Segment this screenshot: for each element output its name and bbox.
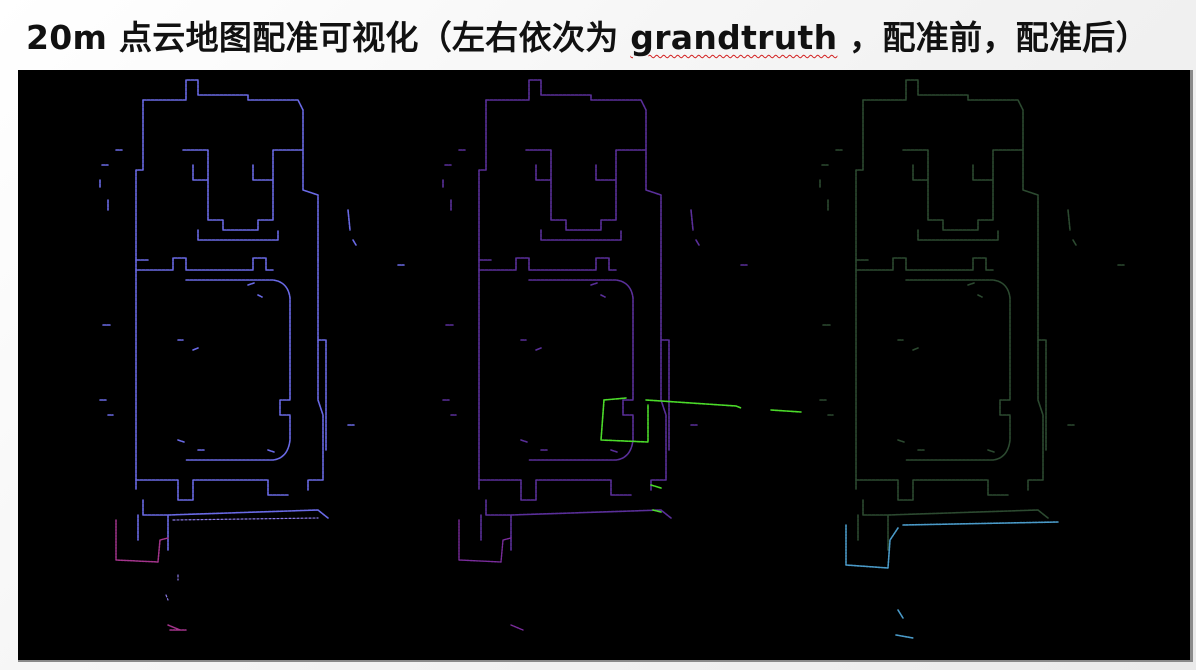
title-bar: 20m 点云地图配准可视化（左右依次为 grandtruth ，配准前，配准后） — [0, 0, 1196, 70]
slide-title: 20m 点云地图配准可视化（左右依次为 grandtruth ，配准前，配准后） — [26, 11, 1149, 59]
title-prefix: 20m 点云地图配准可视化（左右依次为 — [26, 18, 631, 57]
point-cloud-visualization — [18, 70, 1193, 662]
title-suffix: ，配准前，配准后） — [837, 18, 1149, 57]
panel-after-registration — [819, 79, 1125, 639]
panel-groundtruth — [99, 79, 405, 631]
point-cloud-canvas — [99, 79, 1125, 639]
title-spellcheck-word: grandtruth — [630, 18, 838, 57]
panel-before-registration — [442, 79, 802, 631]
